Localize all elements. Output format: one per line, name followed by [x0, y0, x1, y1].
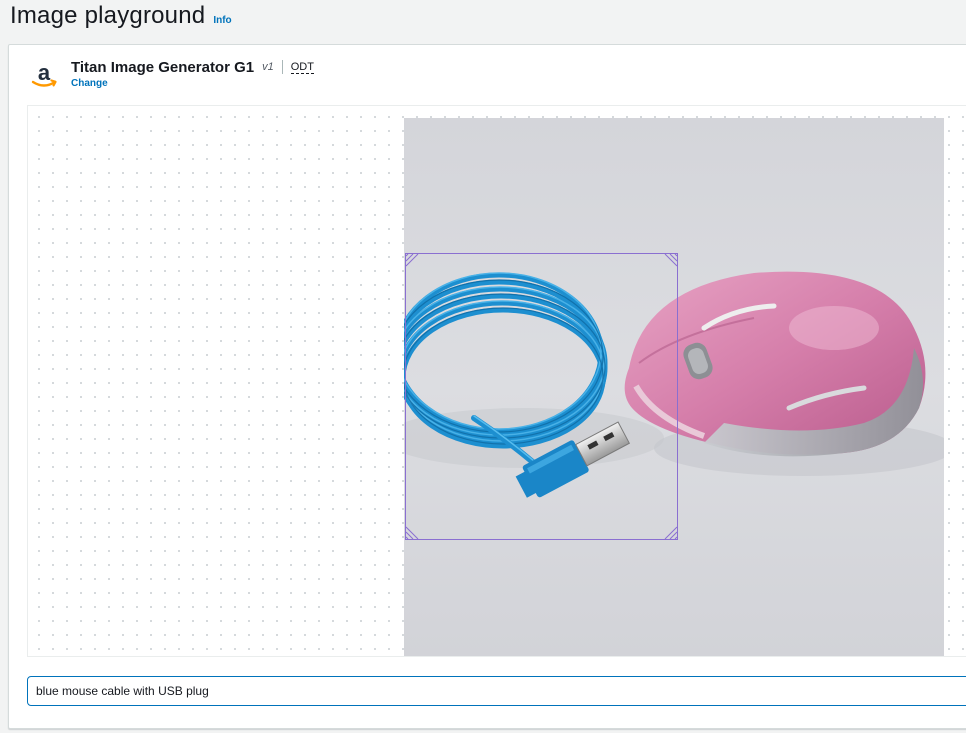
- resize-handle-bottom-right-icon[interactable]: [664, 526, 678, 540]
- amazon-logo-icon: a: [27, 59, 61, 93]
- model-row: Titan Image Generator G1 v1 ODT: [71, 57, 314, 77]
- model-version: v1: [262, 61, 274, 73]
- resize-handle-bottom-left-icon[interactable]: [405, 526, 419, 540]
- selection-mask-box[interactable]: [405, 253, 678, 540]
- resize-handle-top-right-icon[interactable]: [664, 253, 678, 267]
- page-header: Image playground Info: [10, 0, 232, 34]
- resize-handle-top-left-icon[interactable]: [405, 253, 419, 267]
- image-canvas[interactable]: [27, 105, 966, 657]
- prompt-input[interactable]: [27, 676, 966, 706]
- info-link[interactable]: Info: [213, 15, 231, 26]
- playground-panel: a Titan Image Generator G1 v1 ODT Change: [8, 44, 966, 729]
- amazon-logo-letter: a: [38, 61, 51, 85]
- change-model-link[interactable]: Change: [71, 78, 314, 89]
- model-name: Titan Image Generator G1: [71, 58, 255, 76]
- divider: [281, 60, 283, 74]
- model-info: Titan Image Generator G1 v1 ODT Change: [71, 57, 314, 89]
- page-title: Image playground: [10, 2, 206, 29]
- model-tag[interactable]: ODT: [290, 61, 314, 74]
- model-selector-bar: a Titan Image Generator G1 v1 ODT Change: [27, 57, 314, 97]
